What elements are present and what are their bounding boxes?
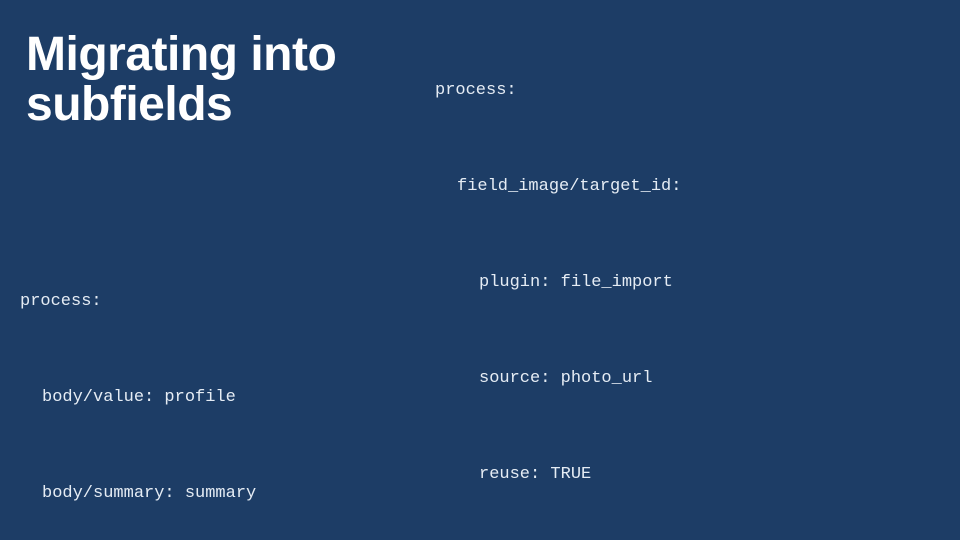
- code-line: plugin: file_import: [435, 271, 955, 296]
- code-line: body/value: profile: [20, 386, 430, 411]
- code-block-left: process: body/value: profile body/summar…: [20, 131, 430, 540]
- title-line-1: Migrating into: [26, 28, 336, 81]
- code-line: process:: [435, 79, 955, 104]
- code-line: body/summary: summary: [20, 482, 430, 507]
- title-line-2: subfields: [26, 78, 232, 131]
- code-block-right: process: field_image/target_id: plugin: …: [435, 30, 955, 540]
- code-line: reuse: TRUE: [435, 463, 955, 488]
- code-line: field_image/target_id:: [435, 175, 955, 200]
- slide: Migrating into subfields process: body/v…: [0, 0, 960, 540]
- code-line: process:: [20, 290, 430, 315]
- columns: process: body/value: profile body/summar…: [20, 131, 940, 540]
- code-line: source: photo_url: [435, 367, 955, 392]
